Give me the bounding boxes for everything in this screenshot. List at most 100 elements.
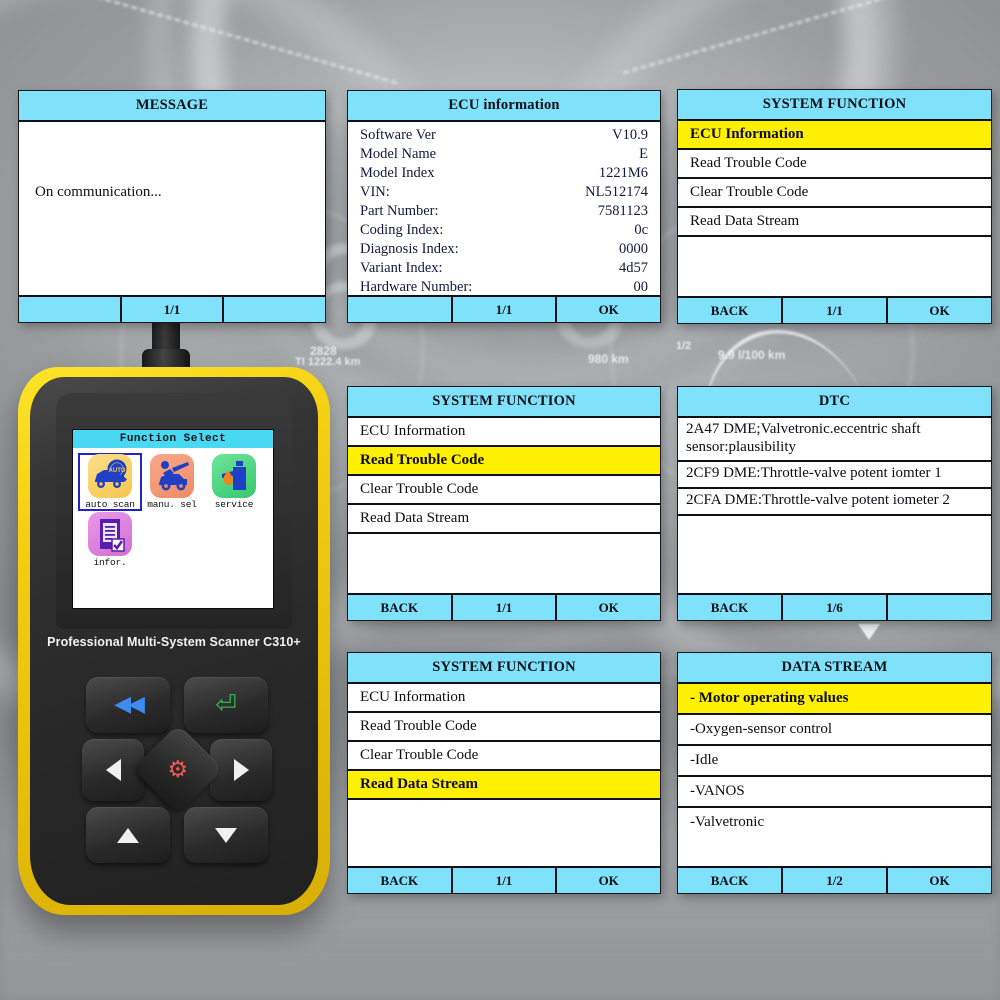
up-key[interactable] [86,807,170,863]
footer-back-button[interactable]: BACK [678,595,783,620]
mechanic-car-hood-icon [150,454,194,498]
ecu-value: V10.9 [612,127,648,143]
footer-ok-button[interactable]: OK [557,297,661,322]
left-arrow-icon [105,759,121,781]
lcd-item-service[interactable]: service [203,454,265,510]
panel-title: SYSTEM FUNCTION [678,90,991,121]
footer-page-indicator: 1/1 [121,297,225,322]
panel-footer: BACK 1/1 OK [348,866,661,893]
ecu-value: 0000 [619,241,648,257]
footer-ok-button[interactable]: OK [557,868,661,893]
gear-icon: ⚙ [167,756,189,782]
down-arrow-icon [215,827,237,843]
sysfunc-item-ecu-information[interactable]: ECU Information [348,684,660,713]
panel-message: MESSAGE On communication... 1/1 [18,90,326,323]
footer-right-button[interactable] [224,297,326,322]
sysfunc-item-clear-trouble-code[interactable]: Clear Trouble Code [348,476,660,505]
panel-title: SYSTEM FUNCTION [348,387,660,418]
footer-right-button[interactable] [888,595,991,620]
sysfunc-empty-area [678,237,991,264]
footer-back-button[interactable]: BACK [348,868,453,893]
svg-text:AUTO: AUTO [109,468,126,474]
footer-page-indicator: 1/6 [783,595,888,620]
enter-key[interactable]: ⏎ [184,677,268,733]
device-yellow-shell: KOLSOL® Function Select AU [18,367,330,915]
footer-back-button[interactable]: BACK [678,868,783,893]
cluster-pointer-triangle-icon [858,624,880,640]
datastream-item-idle[interactable]: -Idle [678,746,991,777]
lcd-title: Function Select [73,430,273,448]
sysfunc-item-ecu-information[interactable]: ECU Information [678,121,991,150]
sysfunc-item-read-data-stream[interactable]: Read Data Stream [348,771,660,800]
lcd-item-manu-sel[interactable]: manu. sel [141,454,203,510]
panel-title: ECU information [348,91,660,122]
lcd-item-auto-scan[interactable]: AUTO auto scan [78,453,142,511]
ecu-key: Coding Index: [360,222,444,238]
footer-ok-button[interactable]: OK [888,868,991,893]
sysfunc-item-ecu-information[interactable]: ECU Information [348,418,660,447]
sysfunc-item-read-trouble-code[interactable]: Read Trouble Code [348,713,660,742]
ecu-value: NL512174 [585,184,648,200]
panel-footer: BACK 1/2 OK [678,866,991,893]
ecu-key: Part Number: [360,203,439,219]
footer-ok-button[interactable]: OK [557,595,661,620]
panel-body: ECU Information Read Trouble Code Clear … [678,121,991,296]
footer-page-indicator: 1/1 [452,297,558,322]
dtc-item[interactable]: 2CF9 DME:Throttle-valve potent iomter 1 [678,462,991,490]
footer-ok-button[interactable]: OK [888,298,991,323]
footer-left-button[interactable] [348,297,453,322]
panel-title: MESSAGE [19,91,325,122]
dtc-item[interactable]: 2CFA DME:Throttle-valve potent iometer 2 [678,489,991,516]
ecu-row: Hardware Number: 00 [348,278,660,295]
panel-system-function-2: SYSTEM FUNCTION ECU Information Read Tro… [347,386,661,621]
panel-body: - Motor operating values -Oxygen-sensor … [678,684,991,866]
ecu-row: Software Ver V10.9 [348,126,660,145]
ecu-row: VIN: NL512174 [348,183,660,202]
ecu-value: E [639,146,648,162]
message-text: On communication... [35,184,162,200]
car-magnifier-auto-icon: AUTO [88,454,132,498]
datastream-item-valvetronic[interactable]: -Valvetronic [678,808,991,837]
ecu-value: 00 [633,279,649,295]
panel-title: SYSTEM FUNCTION [348,653,660,684]
panel-title: DATA STREAM [678,653,991,684]
footer-page-indicator: 1/1 [452,595,558,620]
document-checkmark-icon [88,512,132,556]
footer-back-button[interactable]: BACK [678,298,783,323]
sysfunc-item-read-trouble-code[interactable]: Read Trouble Code [678,150,991,179]
ecu-row: Coding Index: 0c [348,221,660,240]
oil-can-drop-icon [212,454,256,498]
cluster-fuel-half-mark: 1/2 [676,340,692,352]
footer-left-button[interactable] [19,297,122,322]
datastream-item-oxygen-sensor-control[interactable]: -Oxygen-sensor control [678,715,991,746]
left-key[interactable] [82,739,144,801]
sysfunc-item-clear-trouble-code[interactable]: Clear Trouble Code [348,742,660,771]
panel-body: ECU Information Read Trouble Code Clear … [348,418,660,593]
panel-footer: BACK 1/6 [678,593,991,620]
setup-key[interactable]: ⚙ [132,723,224,815]
down-key[interactable] [184,807,268,863]
up-arrow-icon [117,827,139,843]
right-key[interactable] [210,739,272,801]
datastream-item-vanos[interactable]: -VANOS [678,777,991,808]
sysfunc-item-read-data-stream[interactable]: Read Data Stream [348,505,660,534]
dtc-item[interactable]: 2A47 DME;Valvetronic.eccentric shaft sen… [678,418,991,463]
datastream-item-motor-operating-values[interactable]: - Motor operating values [678,684,991,715]
dtc-empty-area [678,516,991,541]
lcd-item-label: manu. sel [147,499,197,510]
panel-dtc: DTC 2A47 DME;Valvetronic.eccentric shaft… [677,386,992,621]
sysfunc-item-read-data-stream[interactable]: Read Data Stream [678,208,991,237]
back-key[interactable]: ◀◀ [86,677,170,733]
panel-system-function-3: SYSTEM FUNCTION ECU Information Read Tro… [347,652,661,894]
sysfunc-empty-area [348,800,660,827]
ecu-value: 0c [634,222,648,238]
footer-back-button[interactable]: BACK [348,595,453,620]
lcd-item-infor[interactable]: infor. [79,512,141,568]
panel-title: DTC [678,387,991,418]
ecu-key: Variant Index: [360,260,443,276]
panel-system-function-1: SYSTEM FUNCTION ECU Information Read Tro… [677,89,992,324]
sysfunc-item-clear-trouble-code[interactable]: Clear Trouble Code [678,179,991,208]
cluster-range-value: 980 km [588,352,629,366]
lcd-item-label: service [214,499,254,510]
sysfunc-item-read-trouble-code[interactable]: Read Trouble Code [348,447,660,476]
